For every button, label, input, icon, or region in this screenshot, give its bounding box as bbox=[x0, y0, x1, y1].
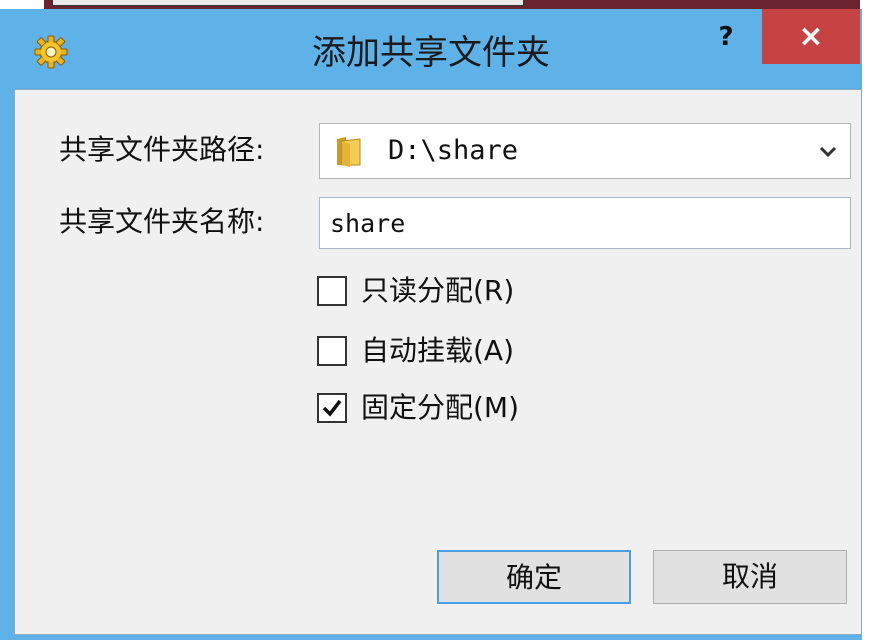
folder-name-field[interactable] bbox=[319, 197, 851, 249]
cancel-button[interactable]: 取消 bbox=[653, 550, 847, 604]
ok-button[interactable]: 确定 bbox=[437, 550, 631, 604]
add-shared-folder-dialog: 添加共享文件夹 ? × 共享文件夹路径: D:\share 共享文件夹名称: s… bbox=[0, 9, 862, 640]
readonly-checkbox[interactable] bbox=[317, 276, 347, 306]
help-button[interactable]: ? bbox=[706, 17, 746, 57]
permanent-checkbox[interactable] bbox=[317, 393, 347, 423]
readonly-label: 只读分配(R) bbox=[361, 274, 515, 307]
folder-path-value: D:\share bbox=[388, 135, 519, 166]
folder-name-label: 共享文件夹名称: bbox=[59, 205, 265, 238]
folder-icon bbox=[334, 135, 364, 167]
folder-path-combobox[interactable]: D:\share bbox=[319, 123, 851, 179]
dialog-body: 共享文件夹路径: D:\share 共享文件夹名称: 只读分配(R) bbox=[14, 89, 862, 635]
background-window-field bbox=[52, 0, 524, 6]
background-window-strip bbox=[44, 0, 860, 9]
automount-label: 自动挂载(A) bbox=[361, 334, 515, 367]
permanent-label: 固定分配(M) bbox=[361, 391, 520, 424]
checkmark-icon bbox=[322, 399, 342, 417]
chevron-down-icon[interactable] bbox=[818, 142, 838, 162]
folder-name-input[interactable] bbox=[328, 204, 832, 242]
folder-path-label: 共享文件夹路径: bbox=[59, 133, 265, 166]
close-button[interactable]: × bbox=[762, 9, 860, 64]
automount-checkbox[interactable] bbox=[317, 336, 347, 366]
title-bar[interactable]: 添加共享文件夹 ? × bbox=[0, 9, 862, 89]
